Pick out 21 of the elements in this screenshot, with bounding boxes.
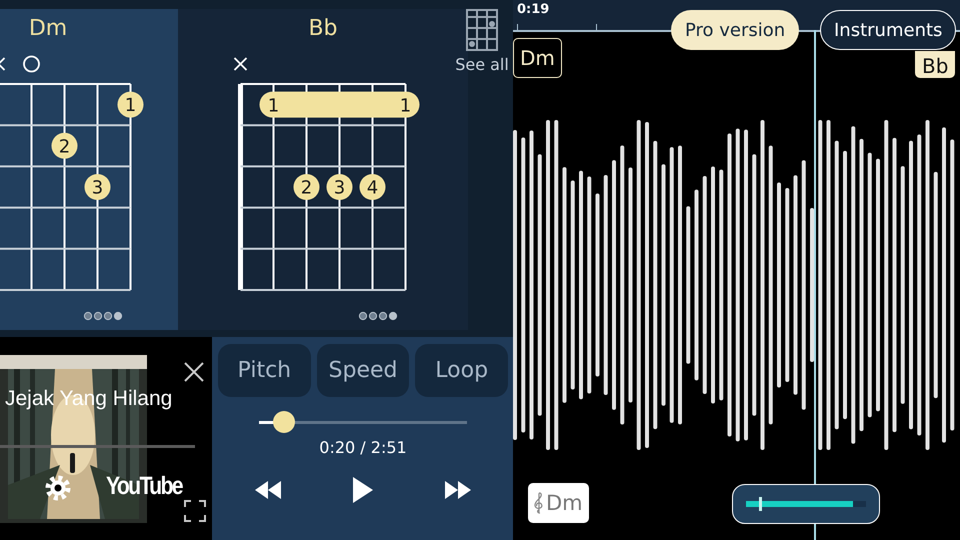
chord-name: Dm xyxy=(28,16,68,41)
key-button[interactable]: Dm xyxy=(528,483,589,523)
pro-version-button[interactable]: Pro version xyxy=(671,10,800,50)
instruments-button[interactable]: Instruments xyxy=(820,10,956,50)
finger-marker: 2 xyxy=(294,174,320,200)
playback-time: 0:20 / 2:51 xyxy=(319,438,407,457)
finger-marker: 2 xyxy=(52,132,78,159)
finger-marker: 1 xyxy=(118,92,144,118)
video-brand[interactable]: YouTube xyxy=(106,472,182,501)
finger-marker: 3 xyxy=(84,174,110,200)
barre-marker: 1 1 xyxy=(260,92,420,118)
mode-tab[interactable]: Speed xyxy=(316,344,410,397)
finger-marker: 4 xyxy=(360,174,386,200)
chord-name: Bb xyxy=(308,16,338,41)
chord-marker[interactable]: Bb xyxy=(915,51,956,78)
time-label: 0:19 xyxy=(517,2,550,17)
mode-tab[interactable]: Loop xyxy=(415,344,508,397)
mode-tab[interactable]: Pitch xyxy=(218,344,311,397)
chord-marker[interactable]: Dm xyxy=(513,38,562,78)
finger-marker: 3 xyxy=(326,174,352,200)
see-all-link[interactable]: See all xyxy=(455,55,509,74)
